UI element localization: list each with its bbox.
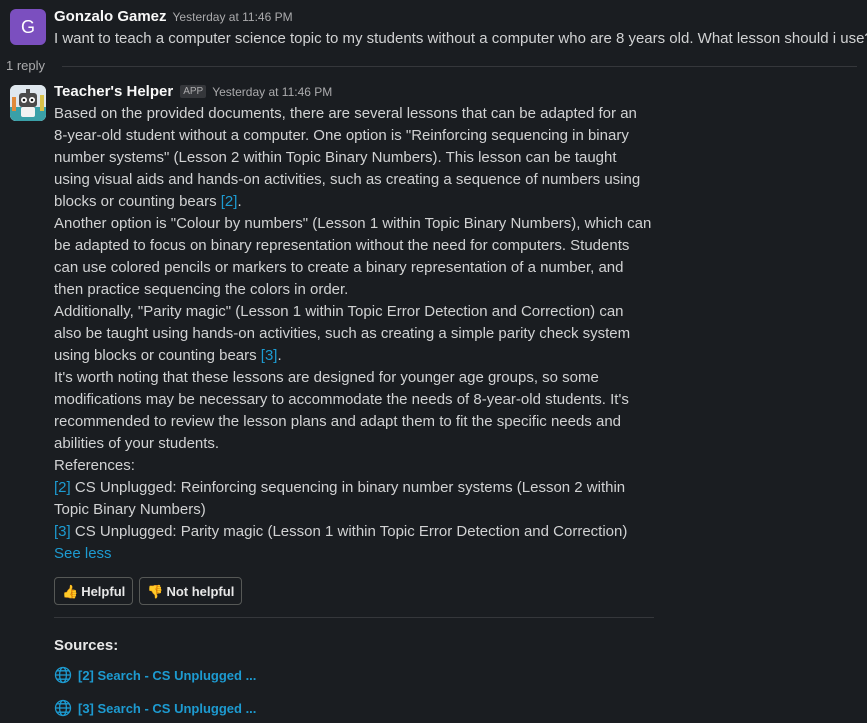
source-link[interactable]: [3] Search - CS Unplugged ... xyxy=(54,698,256,720)
robot-icon xyxy=(10,85,46,121)
citation-link[interactable]: [3] xyxy=(54,523,71,540)
thumbs-down-icon: 👎 xyxy=(147,584,164,599)
reference-item: [2] CS Unplugged: Reinforcing sequencing… xyxy=(54,479,626,518)
globe-icon xyxy=(54,699,72,717)
timestamp[interactable]: Yesterday at 11:46 PM xyxy=(212,85,332,99)
source-link[interactable]: [2] Search - CS Unplugged ... xyxy=(54,665,256,687)
feedback-buttons: 👍 Helpful 👎 Not helpful xyxy=(54,577,248,605)
sources-title: Sources: xyxy=(54,637,119,654)
author-name[interactable]: Teacher's Helper xyxy=(54,83,173,100)
app-badge: APP xyxy=(180,85,207,98)
globe-icon xyxy=(54,666,72,684)
reference-item: [3] CS Unplugged: Parity magic (Lesson 1… xyxy=(54,523,628,540)
message-body: Based on the provided documents, there a… xyxy=(54,103,654,565)
paragraph: Additionally, "Parity magic" (Lesson 1 w… xyxy=(54,303,631,364)
reply-count[interactable]: 1 reply xyxy=(6,55,45,77)
bot-avatar[interactable] xyxy=(10,85,46,121)
citation-link[interactable]: [3] xyxy=(261,347,278,364)
paragraph: It's worth noting that these lessons are… xyxy=(54,369,629,452)
citation-link[interactable]: [2] xyxy=(54,479,71,496)
message-header: Teacher's Helper APP Yesterday at 11:46 PM xyxy=(54,81,332,103)
message-header: Gonzalo Gamez Yesterday at 11:46 PM xyxy=(54,6,293,28)
see-less-link[interactable]: See less xyxy=(54,545,112,562)
thumbs-up-icon: 👍 xyxy=(62,584,79,599)
avatar[interactable]: G xyxy=(10,9,46,45)
helpful-button[interactable]: 👍 Helpful xyxy=(54,577,134,605)
citation-link[interactable]: [2] xyxy=(221,193,238,210)
references-label: References: xyxy=(54,457,135,474)
paragraph: Based on the provided documents, there a… xyxy=(54,105,641,210)
message-text: I want to teach a computer science topic… xyxy=(54,30,867,47)
author-name[interactable]: Gonzalo Gamez xyxy=(54,8,167,25)
timestamp[interactable]: Yesterday at 11:46 PM xyxy=(173,10,293,24)
thread-reply-row: 1 reply xyxy=(6,55,857,77)
divider xyxy=(54,617,654,618)
divider xyxy=(62,66,857,67)
not-helpful-button[interactable]: 👎 Not helpful xyxy=(139,577,243,605)
paragraph: Another option is "Colour by numbers" (L… xyxy=(54,215,652,298)
